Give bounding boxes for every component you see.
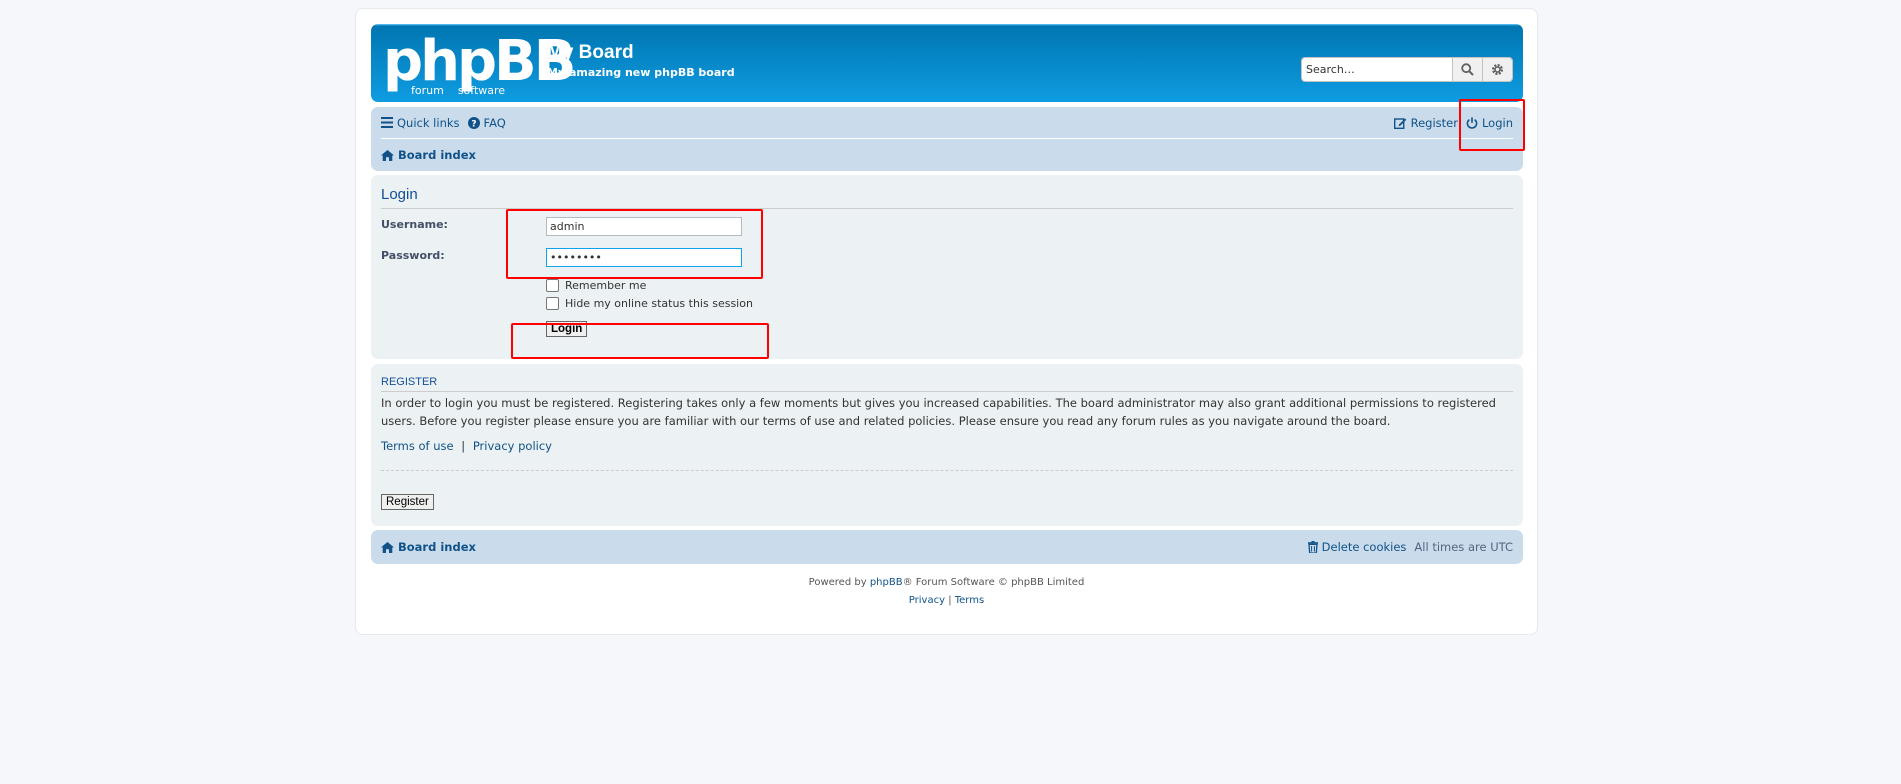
- header-bar: phpBB forum software My Board My amazing …: [371, 24, 1523, 102]
- powered-prefix: Powered by: [808, 577, 870, 588]
- search-box: [1301, 57, 1513, 82]
- navbar: Quick links ? FAQ Register Login Board i…: [371, 107, 1523, 171]
- question-circle-icon: ?: [467, 116, 480, 129]
- logo-subtitle: forum software: [411, 84, 505, 97]
- link-separator: |: [461, 439, 466, 453]
- hide-online-row: Hide my online status this session: [546, 297, 753, 310]
- phpbb-link[interactable]: phpBB: [870, 577, 903, 588]
- footer-navbar: Board index Delete cookies All times are…: [371, 530, 1523, 564]
- breadcrumb-board-index[interactable]: Board index: [381, 148, 476, 162]
- site-description: My amazing new phpBB board: [547, 66, 735, 79]
- nav-row-links: Quick links ? FAQ Register Login: [381, 107, 1513, 139]
- highlight-box-credentials: [506, 209, 763, 279]
- logo-text: phpBB: [383, 29, 576, 94]
- highlight-box-login-button: [511, 323, 769, 359]
- search-input[interactable]: [1302, 58, 1452, 81]
- page-wrapper: phpBB forum software My Board My amazing …: [355, 8, 1538, 635]
- gear-icon: [1492, 64, 1503, 75]
- username-label: Username:: [381, 218, 448, 231]
- dashed-divider: [381, 470, 1513, 471]
- home-icon: [381, 149, 394, 161]
- logo-sub-right: software: [457, 84, 506, 97]
- footer-right-group: Delete cookies All times are UTC: [1307, 540, 1513, 554]
- footer-links: Privacy | Terms: [356, 595, 1537, 606]
- divider: [381, 391, 1513, 392]
- svg-text:?: ?: [471, 119, 476, 129]
- board-index-label: Board index: [398, 148, 476, 162]
- delete-cookies-label: Delete cookies: [1321, 540, 1407, 554]
- remember-me-row: Remember me: [546, 279, 646, 292]
- register-panel: REGISTER In order to login you must be r…: [371, 364, 1523, 526]
- delete-cookies-link[interactable]: Delete cookies: [1307, 540, 1407, 554]
- logo-sub-left: forum: [411, 84, 444, 97]
- policy-links: Terms of use | Privacy policy: [381, 439, 552, 453]
- highlight-box-login-link: [1459, 99, 1525, 151]
- register-button[interactable]: Register: [381, 494, 434, 510]
- trash-icon: [1307, 541, 1318, 553]
- home-icon: [381, 541, 394, 553]
- pencil-square-icon: [1393, 117, 1406, 129]
- hamburger-icon: [381, 117, 393, 128]
- breadcrumb: Board index: [381, 140, 476, 170]
- remember-me-label[interactable]: Remember me: [565, 279, 646, 292]
- footer-board-index-label: Board index: [398, 540, 476, 554]
- hide-online-label[interactable]: Hide my online status this session: [565, 297, 753, 310]
- phpbb-logo[interactable]: phpBB forum software: [383, 29, 576, 98]
- privacy-policy-link[interactable]: Privacy policy: [473, 439, 552, 453]
- quick-links-menu[interactable]: Quick links: [381, 116, 460, 130]
- powered-suffix: ® Forum Software © phpBB Limited: [902, 577, 1085, 588]
- terms-of-use-link[interactable]: Terms of use: [381, 439, 454, 453]
- hide-online-checkbox[interactable]: [546, 297, 559, 310]
- search-icon: [1461, 63, 1474, 76]
- quick-links-label: Quick links: [397, 115, 460, 130]
- register-description: In order to login you must be registered…: [381, 396, 1496, 428]
- register-heading: REGISTER: [381, 376, 438, 388]
- footer-privacy-link[interactable]: Privacy: [909, 595, 945, 606]
- register-link[interactable]: Register: [1393, 115, 1458, 130]
- footer-board-index[interactable]: Board index: [381, 540, 476, 554]
- timezone-label: All times are UTC: [1414, 540, 1513, 554]
- footer-link-separator: |: [948, 595, 952, 606]
- faq-link[interactable]: ? FAQ: [467, 115, 506, 130]
- search-button[interactable]: [1452, 58, 1482, 81]
- password-label: Password:: [381, 249, 445, 262]
- remember-me-checkbox[interactable]: [546, 279, 559, 292]
- login-heading: Login: [381, 186, 418, 203]
- faq-label: FAQ: [483, 115, 506, 130]
- footer-terms-link[interactable]: Terms: [955, 595, 984, 606]
- site-title[interactable]: My Board: [547, 42, 634, 64]
- copyright-line: Powered by phpBB® Forum Software © phpBB…: [356, 577, 1537, 588]
- register-label: Register: [1410, 115, 1458, 130]
- advanced-search-button[interactable]: [1482, 58, 1512, 81]
